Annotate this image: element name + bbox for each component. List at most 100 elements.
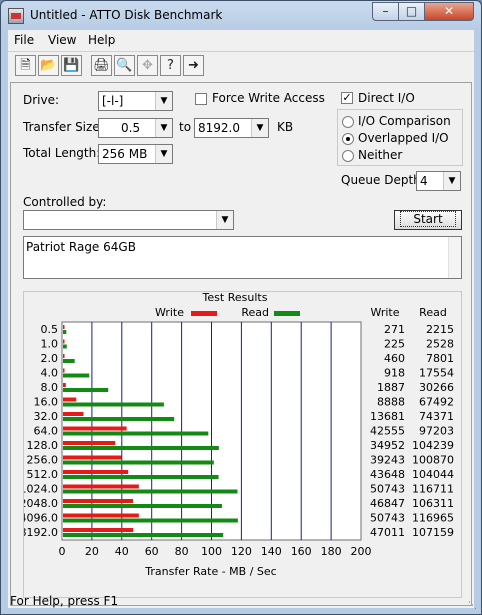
write-bar	[63, 499, 134, 503]
category-label: 32.0	[34, 410, 59, 423]
write-value: 46847	[370, 497, 405, 510]
neither-radio[interactable]	[342, 150, 354, 162]
read-value: 2215	[426, 323, 454, 336]
queue-depth-label: Queue Depth:	[341, 173, 425, 187]
read-value: 106311	[412, 497, 454, 510]
app-icon[interactable]	[8, 8, 24, 24]
write-bar	[63, 426, 127, 431]
window-title: Untitled - ATTO Disk Benchmark	[30, 8, 223, 22]
context-help-icon[interactable]: ➜	[183, 55, 204, 76]
write-bar	[63, 383, 66, 387]
start-button[interactable]: Start	[394, 210, 462, 230]
write-bar	[63, 339, 65, 344]
category-label: 16.0	[34, 396, 59, 409]
read-bar	[63, 402, 164, 407]
queue-depth-select[interactable]: 4 ▼	[416, 171, 461, 191]
transfer-size-from-select[interactable]: 0.5 ▼	[98, 118, 173, 138]
print-icon[interactable]: 🖨	[91, 55, 112, 76]
read-value: 17554	[419, 367, 454, 380]
direct-io-label: Direct I/O	[358, 91, 415, 105]
save-icon[interactable]: 💾	[61, 55, 82, 76]
category-label: 4.0	[41, 367, 59, 380]
read-column-header: Read	[419, 306, 447, 319]
transfer-size-to-select[interactable]: 8192.0 ▼	[194, 118, 269, 138]
chevron-down-icon[interactable]: ▼	[251, 119, 268, 137]
category-label: 512.0	[27, 468, 59, 481]
total-length-select[interactable]: 256 MB ▼	[98, 144, 173, 164]
force-write-label: Force Write Access	[212, 91, 325, 105]
read-value: 104239	[412, 439, 454, 452]
category-label: 64.0	[34, 425, 59, 438]
x-tick-label: 200	[351, 545, 372, 558]
read-bar	[63, 446, 219, 450]
write-value: 34952	[370, 439, 405, 452]
read-value: 2528	[426, 338, 454, 351]
menu-view[interactable]: View	[48, 33, 76, 47]
close-button[interactable]: ✕	[424, 2, 474, 21]
total-length-value: 256 MB	[102, 147, 148, 161]
drive-select[interactable]: [-l-] ▼	[98, 91, 173, 111]
transfer-to-value: 8192.0	[198, 121, 240, 135]
menu-bar: File View Help	[8, 30, 474, 50]
category-label: 1024.0	[24, 483, 58, 496]
write-bar	[63, 455, 122, 460]
description-scrollbar[interactable]	[448, 237, 461, 278]
category-label: 8.0	[41, 381, 59, 394]
write-bar	[63, 368, 65, 373]
read-value: 107159	[412, 526, 454, 539]
overlapped-io-radio[interactable]	[342, 133, 354, 145]
chevron-down-icon[interactable]: ▼	[216, 211, 233, 229]
write-bar	[63, 470, 129, 474]
read-value: 30266	[419, 381, 454, 394]
write-column-header: Write	[370, 306, 399, 319]
open-icon[interactable]: 📂	[38, 55, 59, 76]
io-comparison-radio[interactable]	[342, 116, 354, 128]
write-value: 225	[384, 338, 405, 351]
neither-label: Neither	[358, 148, 403, 162]
write-bar	[63, 513, 139, 518]
resize-grip-icon[interactable]: ⋱	[468, 601, 478, 611]
x-tick-label: 140	[261, 545, 282, 558]
kb-label: KB	[277, 120, 294, 134]
legend-write-swatch	[191, 311, 217, 316]
menu-help[interactable]: Help	[88, 33, 115, 47]
minimize-button[interactable]: –	[372, 2, 399, 21]
results-chart: Test Results Write Read Write Read 0 20 40…	[24, 292, 454, 578]
x-tick-label: 60	[145, 545, 159, 558]
app-window: Untitled - ATTO Disk Benchmark – □ ✕ Fil…	[0, 0, 482, 615]
description-field[interactable]: Patriot Rage 64GB	[23, 236, 462, 279]
maximize-button[interactable]: □	[398, 2, 425, 21]
x-axis-label: Transfer Rate - MB / Sec	[144, 565, 276, 578]
write-value: 42555	[370, 425, 405, 438]
category-label: 8192.0	[24, 526, 58, 539]
new-icon[interactable]: 🗎	[15, 55, 36, 76]
read-bar	[63, 388, 109, 392]
chevron-down-icon[interactable]: ▼	[155, 119, 172, 137]
category-label: 0.5	[41, 323, 59, 336]
drive-label: Drive:	[23, 93, 60, 107]
read-bar	[63, 460, 214, 465]
x-tick-label: 40	[115, 545, 129, 558]
read-value: 74371	[419, 410, 454, 423]
x-tick-label: 20	[85, 545, 99, 558]
chevron-down-icon[interactable]: ▼	[443, 172, 460, 190]
write-value: 271	[384, 323, 405, 336]
category-label: 256.0	[27, 454, 59, 467]
write-bar	[63, 412, 84, 416]
x-tick-label: 120	[231, 545, 252, 558]
write-value: 50743	[370, 512, 405, 525]
force-write-checkbox[interactable]	[195, 93, 207, 105]
direct-io-checkbox[interactable]: ✓	[341, 92, 353, 104]
read-bar	[63, 330, 67, 334]
chevron-down-icon[interactable]: ▼	[155, 145, 172, 163]
controlled-by-label: Controlled by:	[23, 195, 107, 209]
controlled-by-select[interactable]: ▼	[23, 210, 234, 230]
category-label: 1.0	[41, 338, 59, 351]
drive-value: [-l-]	[102, 94, 124, 108]
menu-file[interactable]: File	[14, 33, 34, 47]
read-value: 100870	[412, 454, 454, 467]
chevron-down-icon[interactable]: ▼	[155, 92, 172, 110]
print-preview-icon[interactable]: 🔍	[114, 55, 135, 76]
help-icon[interactable]: ?	[160, 55, 181, 76]
title-bar[interactable]: Untitled - ATTO Disk Benchmark – □ ✕	[1, 1, 481, 30]
